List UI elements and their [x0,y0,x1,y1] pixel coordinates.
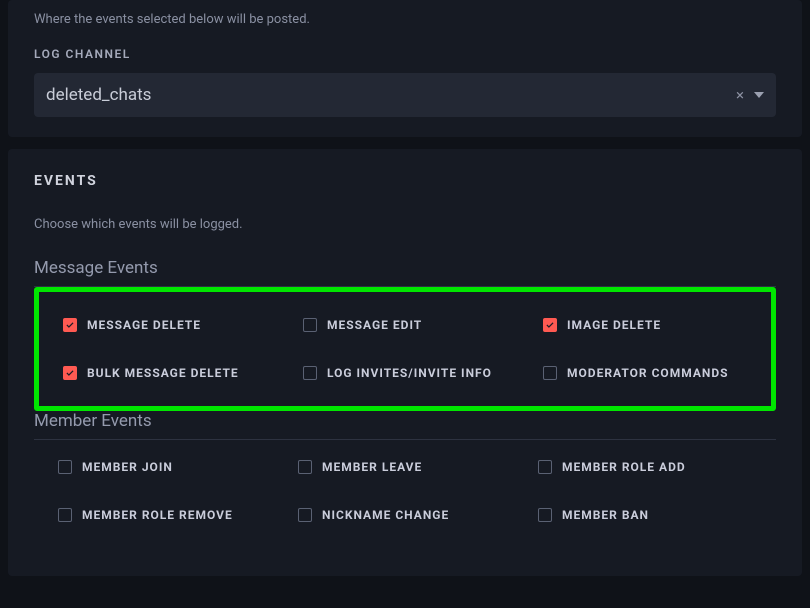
events-title: EVENTS [34,173,776,189]
checkbox[interactable] [58,508,72,522]
checkbox[interactable] [543,366,557,380]
log-channel-label: LOG CHANNEL [34,47,776,61]
event-member-role-remove[interactable]: MEMBER ROLE REMOVE [58,508,298,522]
event-label: MODERATOR COMMANDS [567,366,729,380]
checkbox[interactable] [298,460,312,474]
events-panel: EVENTS Choose which events will be logge… [8,149,802,576]
event-label: MEMBER JOIN [82,460,173,474]
event-label: MESSAGE DELETE [87,318,201,332]
event-label: BULK MESSAGE DELETE [87,366,239,380]
event-label: MEMBER BAN [562,508,649,522]
log-channel-panel: Where the events selected below will be … [8,0,802,137]
event-nickname-change[interactable]: NICKNAME CHANGE [298,508,538,522]
checkbox[interactable] [543,318,557,332]
clear-icon[interactable]: × [736,88,744,103]
checkbox[interactable] [298,508,312,522]
checkbox[interactable] [58,460,72,474]
event-label: IMAGE DELETE [567,318,661,332]
checkbox[interactable] [303,318,317,332]
event-moderator-commands[interactable]: MODERATOR COMMANDS [543,366,747,380]
event-label: MEMBER LEAVE [322,460,422,474]
log-channel-select[interactable]: deleted_chats × [34,73,776,117]
event-label: MEMBER ROLE ADD [562,460,686,474]
checkbox[interactable] [63,366,77,380]
event-label: LOG INVITES/INVITE INFO [327,366,492,380]
event-member-join[interactable]: MEMBER JOIN [58,460,298,474]
member-events-grid: MEMBER JOIN MEMBER LEAVE MEMBER ROLE ADD ME… [34,440,776,556]
checkbox[interactable] [538,508,552,522]
log-channel-description: Where the events selected below will be … [34,12,776,27]
member-events-title: Member Events [34,411,776,440]
event-member-leave[interactable]: MEMBER LEAVE [298,460,538,474]
event-label: MEMBER ROLE REMOVE [82,508,233,522]
event-image-delete[interactable]: IMAGE DELETE [543,318,747,332]
chevron-down-icon[interactable] [754,92,764,98]
checkbox[interactable] [63,318,77,332]
message-events-title: Message Events [34,258,776,287]
event-label: MESSAGE EDIT [327,318,422,332]
event-member-role-add[interactable]: MEMBER ROLE ADD [538,460,752,474]
events-description: Choose which events will be logged. [34,217,776,232]
event-member-ban[interactable]: MEMBER BAN [538,508,752,522]
event-log-invites-invite-info[interactable]: LOG INVITES/INVITE INFO [303,366,543,380]
message-events-grid: MESSAGE DELETE MESSAGE EDIT IMAGE DELETE BU… [34,287,776,411]
select-controls: × [736,88,764,103]
checkbox[interactable] [538,460,552,474]
checkbox[interactable] [303,366,317,380]
event-label: NICKNAME CHANGE [322,508,449,522]
event-message-delete[interactable]: MESSAGE DELETE [63,318,303,332]
log-channel-value: deleted_chats [46,85,151,105]
event-bulk-message-delete[interactable]: BULK MESSAGE DELETE [63,366,303,380]
event-message-edit[interactable]: MESSAGE EDIT [303,318,543,332]
